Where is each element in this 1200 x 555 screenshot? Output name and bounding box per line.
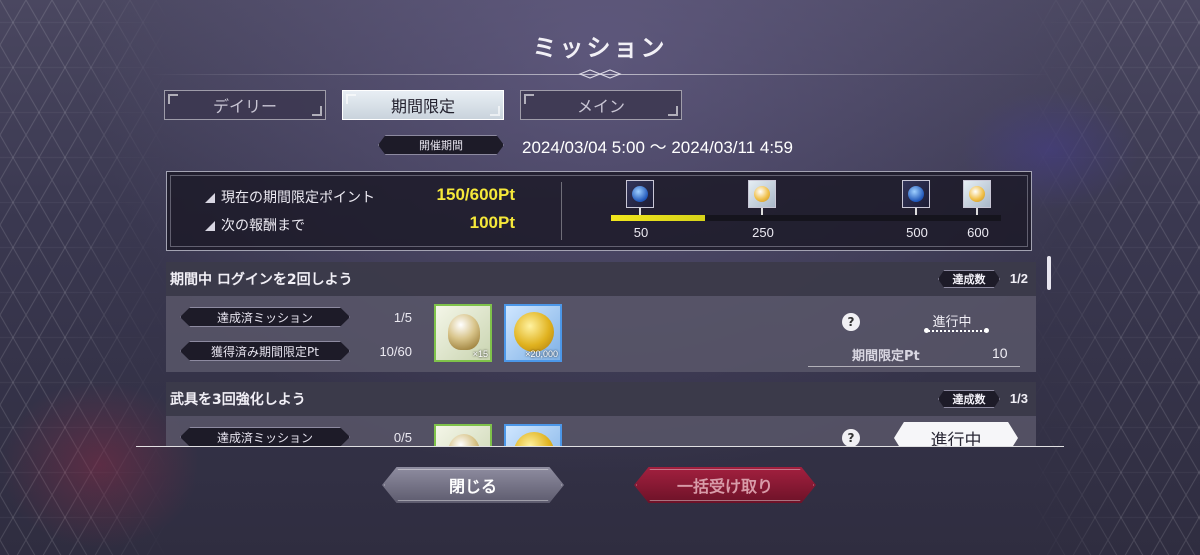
crystal-orb-icon [448,314,480,350]
close-button[interactable]: 閉じる [382,467,564,503]
tab-limited[interactable]: 期間限定 [342,90,504,120]
list-bottom-divider [136,446,1064,447]
tab-label: 期間限定 [390,97,455,116]
gold-gem-icon [969,186,985,202]
page-title: ミッション [532,34,668,62]
status-progress-line [928,330,986,332]
scrollbar[interactable] [1047,256,1051,290]
crystal-orb-icon [448,434,480,446]
milestone-250-reward[interactable] [748,180,776,208]
earned-value: 10/60 [379,344,412,359]
achieved-badge: 達成済ミッション [180,427,350,446]
reward-item[interactable]: ×20,000 [504,304,562,362]
bg-pattern-right [1030,0,1200,555]
status-dot [984,328,989,333]
next-reward-value: 100Pt [469,213,515,232]
milestone-stem [761,208,763,215]
current-points-text: 現在の期間限定ポイント [221,190,375,206]
tab-label: メイン [576,97,625,116]
reward-qty: ×15 [472,349,488,359]
milestone-label: 250 [752,225,774,240]
mission-header: 期間中 ログインを2回しよう 達成数 1/2 [166,262,1036,296]
count-badge: 達成数 [938,270,1000,288]
panel-divider [561,182,562,240]
achieved-value: 1/5 [393,310,412,325]
mission-header: 武具を3回強化しよう 達成数 1/3 [166,382,1036,416]
milestone-600-reward[interactable] [963,180,991,208]
points-panel: 現在の期間限定ポイント 150/600Pt 次の報酬まで 100Pt 50 25… [166,171,1032,251]
mission-title: 武具を3回強化しよう [170,392,306,408]
current-points-label: 現在の期間限定ポイント [205,187,375,207]
gold-gem-icon [754,186,770,202]
points-progress-bar [611,215,1001,221]
milestone-stem [976,208,978,215]
gold-coin-icon [514,432,554,446]
limited-pt-label: 期間限定Pt [852,349,920,364]
status-pill: 進行中 [894,422,1018,446]
milestone-label: 500 [906,225,928,240]
status-label: 進行中 [932,315,972,330]
period-badge: 開催期間 [378,135,504,155]
status-dot [924,328,929,333]
earned-badge: 獲得済み期間限定Pt [180,341,350,361]
mission-count: 1/3 [1009,391,1028,406]
blue-gem-icon [632,186,648,202]
achieved-badge: 達成済ミッション [180,307,350,327]
mission-count: 1/2 [1009,271,1028,286]
tab-main[interactable]: メイン [520,90,682,120]
milestone-label: 50 [633,225,649,240]
milestone-label: 600 [967,225,989,240]
blue-gem-icon [908,186,924,202]
gold-coin-icon [514,312,554,352]
tab-label: デイリー [212,97,277,116]
achieved-value: 0/5 [393,430,412,445]
mission-card: 期間中 ログインを2回しよう 達成数 1/2 達成済ミッション 1/5 獲得済み… [166,262,1036,372]
mission-card: 武具を3回強化しよう 達成数 1/3 達成済ミッション 0/5 ? 進行中 [166,382,1036,446]
help-icon[interactable]: ? [842,429,860,446]
mission-body: 達成済ミッション 0/5 ? 進行中 [166,416,1036,446]
mission-title: 期間中 ログインを2回しよう [170,272,353,288]
period-range: 2024/03/04 5:00 〜 2024/03/11 4:59 [522,138,793,157]
reward-qty: ×20,000 [525,349,558,359]
triangle-icon [205,221,215,231]
triangle-icon [205,193,215,203]
reward-item[interactable]: ×15 [434,304,492,362]
milestone-stem [915,208,917,215]
reward-item[interactable] [504,424,562,446]
reward-item[interactable] [434,424,492,446]
help-icon[interactable]: ? [842,313,860,331]
mission-body: 達成済ミッション 1/5 獲得済み期間限定Pt 10/60 ×15 ×20,00… [166,296,1036,372]
milestone-50-reward[interactable] [626,180,654,208]
tab-daily[interactable]: デイリー [164,90,326,120]
count-badge: 達成数 [938,390,1000,408]
claim-all-button[interactable]: 一括受け取り [634,467,816,503]
current-points-value: 150/600Pt [436,185,515,204]
next-reward-text: 次の報酬まで [221,218,305,234]
limited-pt-value: 10 [992,345,1008,361]
ornament-icon [578,69,622,79]
milestone-500-reward[interactable] [902,180,930,208]
points-progress-fill [611,215,705,221]
next-reward-label: 次の報酬まで [205,215,305,235]
mission-list[interactable]: 期間中 ログインを2回しよう 達成数 1/2 達成済ミッション 1/5 獲得済み… [166,262,1036,446]
limited-pt-underline [808,366,1020,367]
milestone-stem [639,208,641,215]
